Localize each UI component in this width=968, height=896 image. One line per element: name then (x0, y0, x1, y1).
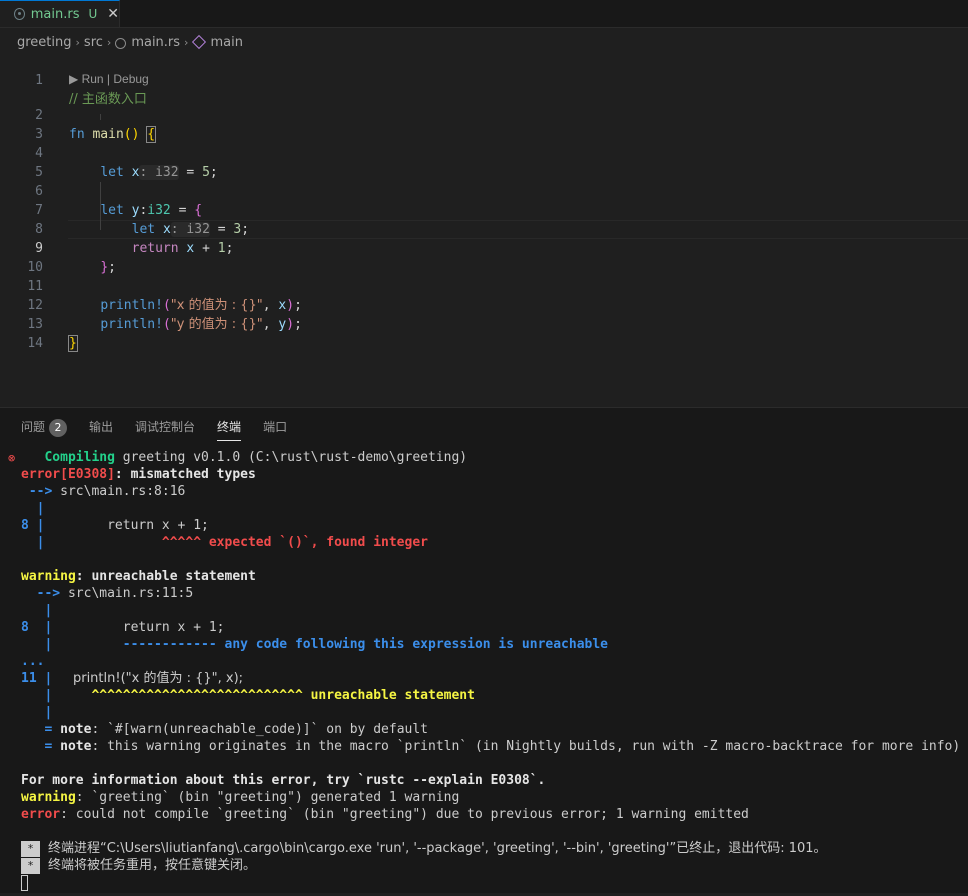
task-star-icon: * (21, 858, 40, 874)
code-line-11: 11 println!("x 的值为 : {}", x); (0, 258, 968, 313)
terminal-line: --> src\main.rs:11:5 (21, 586, 194, 601)
code-line-10: 10 (0, 239, 968, 275)
rust-file-icon (14, 8, 25, 20)
terminal-line: | (21, 501, 45, 516)
terminal-line: error[E0308]: mismatched types (21, 467, 256, 482)
terminal-line: | (21, 603, 53, 618)
terminal-line: = note: this warning originates in the m… (21, 739, 961, 754)
terminal-line: For more information about this error, t… (21, 773, 546, 788)
terminal-line: | ------------ any code following this e… (21, 637, 609, 652)
bottom-panel: 问题 2 输出 调试控制台 终端 端口 ⊗ Compiling greeting … (0, 407, 968, 893)
code-line-8: 8 return x + 1; (0, 201, 968, 256)
terminal-line: warning: `greeting` (bin "greeting") gen… (21, 790, 460, 805)
problems-count-badge: 2 (49, 419, 68, 437)
terminal-line: Compiling greeting v0.1.0 (C:\rust\rust-… (21, 450, 468, 465)
code-line-12: 12 println!("y 的值为 : {}", y); (0, 277, 968, 332)
terminal-line: ... (21, 654, 45, 669)
editor-tab-bar: main.rs U ✕ (0, 0, 968, 28)
error-circle-icon[interactable]: ⊗ (8, 451, 15, 465)
tab-output[interactable]: 输出 (89, 418, 113, 440)
code-line-1: 1 // 主函数入口 (0, 52, 968, 107)
code-line-3: 3 (0, 106, 968, 142)
rust-file-icon (115, 37, 127, 49)
terminal-line: | ^^^^^^^^^^^^^^^^^^^^^^^^^^^ unreachabl… (21, 688, 475, 703)
terminal-line: * 终端将被任务重用，按任意键关闭。 (21, 857, 256, 874)
terminal-line (21, 875, 28, 892)
breadcrumb: greeting › src › main.rs › main (17, 32, 243, 52)
tab-untracked-status: U (88, 7, 98, 21)
tab-filename: main.rs (30, 6, 80, 22)
chevron-right-icon: › (106, 35, 112, 49)
tab-ports[interactable]: 端口 (263, 418, 287, 440)
terminal-line: warning: unreachable statement (21, 569, 256, 584)
close-icon[interactable]: ✕ (107, 6, 119, 22)
tab-problems[interactable]: 问题 2 (21, 418, 68, 440)
terminal-line: | (21, 705, 53, 720)
tab-main-rs[interactable]: main.rs U ✕ (0, 0, 120, 27)
terminal-line: 8 | return x + 1; (21, 620, 225, 635)
terminal-line: 8 | return x + 1; (21, 518, 209, 533)
code-line-5: 5 (0, 144, 968, 180)
terminal-cursor[interactable] (21, 875, 28, 891)
code-line-6: 6 let y:i32 = { (0, 163, 968, 218)
code-editor[interactable]: 1 // 主函数入口 ▶ Run | Debug 2 fn main() { 3… (0, 52, 968, 407)
function-symbol-icon (192, 34, 207, 50)
terminal-line: 11 | println!("x 的值为 : {}", x); (21, 671, 244, 686)
tab-debug-console[interactable]: 调试控制台 (135, 418, 195, 440)
terminal-line: * 终端进程“C:\Users\liutianfang\.cargo\bin\ca… (21, 840, 827, 857)
panel-tabs: 问题 2 输出 调试控制台 终端 端口 (21, 418, 309, 441)
code-line-4: 4 let x: i32 = 5; (0, 125, 968, 180)
code-line-14: 14 (0, 315, 968, 351)
task-star-icon: * (21, 841, 40, 857)
breadcrumb-item-main-rs[interactable]: main.rs (131, 35, 180, 50)
terminal-line: | ^^^^^ expected `()`, found integer (21, 535, 428, 550)
code-line-9: 9 }; (0, 220, 968, 275)
terminal-line: = note: `#[warn(unreachable_code)]` on b… (21, 722, 428, 737)
breadcrumb-item-main[interactable]: main (210, 35, 242, 50)
breadcrumb-item-greeting[interactable]: greeting (17, 35, 72, 50)
code-line-7: 7 let x: i32 = 3; (0, 182, 968, 237)
code-line-2: 2 fn main() { (0, 87, 968, 143)
chevron-right-icon: › (75, 35, 80, 49)
chevron-right-icon: › (184, 35, 189, 49)
run-debug-codelens[interactable]: ▶ Run | Debug (69, 71, 149, 87)
code-line-13: 13 } (0, 296, 968, 352)
tab-terminal[interactable]: 终端 (217, 418, 242, 441)
terminal-line: error: could not compile `greeting` (bin… (21, 807, 749, 822)
breadcrumb-item-src[interactable]: src (84, 35, 103, 50)
line-number: 14 (27, 336, 43, 351)
terminal-line: --> src\main.rs:8:16 (21, 484, 186, 499)
